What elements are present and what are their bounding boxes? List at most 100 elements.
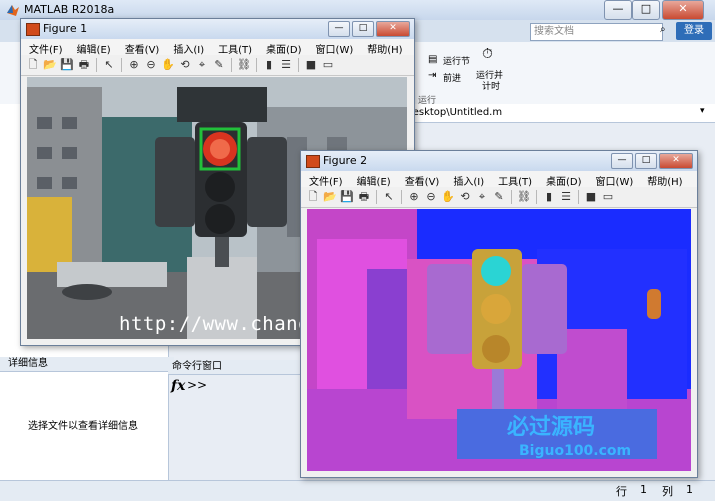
- toolbar-divider: [401, 190, 402, 204]
- status-col-value: 1: [686, 483, 693, 496]
- menu-view[interactable]: 查看(V): [397, 171, 446, 188]
- menu-insert[interactable]: 插入(I): [165, 39, 210, 56]
- figure-icon: [306, 155, 320, 168]
- menu-window[interactable]: 窗口(W): [588, 171, 640, 188]
- status-row-value: 1: [640, 483, 647, 496]
- open-icon[interactable]: 📂: [43, 58, 57, 72]
- print-icon[interactable]: 🖶: [357, 190, 371, 204]
- legend-icon[interactable]: ☰: [279, 58, 293, 72]
- menu-help[interactable]: 帮助(H): [639, 171, 688, 188]
- watermark-url: http://www.chang: [119, 313, 311, 335]
- menu-tools[interactable]: 工具(T): [490, 171, 538, 188]
- toolbar-divider: [578, 190, 579, 204]
- maximize-button[interactable]: □: [632, 0, 660, 20]
- colorbar-icon[interactable]: ▮: [542, 190, 556, 204]
- menu-file[interactable]: 文件(F): [21, 39, 69, 56]
- figure-2-title-bar: Figure 2 — □ ✕: [301, 151, 697, 171]
- toolbar-divider: [96, 58, 97, 72]
- brush-icon[interactable]: ✎: [492, 190, 506, 204]
- rotate-icon[interactable]: ⟲: [458, 190, 472, 204]
- figure-2-title: Figure 2: [323, 154, 368, 167]
- colorbar-icon[interactable]: ▮: [262, 58, 276, 72]
- function-browser-icon[interactable]: fx: [171, 378, 185, 394]
- figure-1-menubar: 文件(F) 编辑(E) 查看(V) 插入(I) 工具(T) 桌面(D) 窗口(W…: [21, 39, 414, 56]
- figure-2-close-button[interactable]: ✕: [659, 153, 693, 169]
- toolbar-divider: [231, 58, 232, 72]
- search-docs-input[interactable]: 搜索文档: [530, 23, 663, 41]
- status-row-label: 行: [616, 485, 627, 498]
- figure-2-minimize-button[interactable]: —: [611, 153, 633, 169]
- menu-desktop[interactable]: 桌面(D): [258, 39, 308, 56]
- run-section-button[interactable]: 运行节: [443, 54, 470, 67]
- link-icon[interactable]: ⛓: [237, 58, 251, 72]
- dock-icon[interactable]: ▭: [321, 58, 335, 72]
- brush-icon[interactable]: ✎: [212, 58, 226, 72]
- dock-icon[interactable]: ▭: [601, 190, 615, 204]
- command-prompt[interactable]: >>: [187, 378, 207, 392]
- toolbar-divider: [536, 190, 537, 204]
- zoom-in-icon[interactable]: ⊕: [127, 58, 141, 72]
- details-hint: 选择文件以查看详细信息: [28, 421, 138, 432]
- hsv-traffic-light-image: [307, 209, 691, 471]
- toolbar-divider: [121, 58, 122, 72]
- chevron-down-icon[interactable]: ▾: [700, 106, 705, 116]
- zoom-in-icon[interactable]: ⊕: [407, 190, 421, 204]
- menu-edit[interactable]: 编辑(E): [349, 171, 397, 188]
- new-icon[interactable]: 🗋: [26, 58, 40, 72]
- figure-1-toolbar: 🗋 📂 💾 🖶 ↖ ⊕ ⊖ ✋ ⟲ ⌖ ✎ ⛓ ▮ ☰ ■ ▭: [21, 55, 414, 76]
- open-icon[interactable]: 📂: [323, 190, 337, 204]
- details-header: 详细信息: [0, 357, 174, 372]
- data-cursor-icon[interactable]: ⌖: [195, 58, 209, 72]
- link-icon[interactable]: ⛓: [517, 190, 531, 204]
- menu-insert[interactable]: 插入(I): [445, 171, 490, 188]
- pan-icon[interactable]: ✋: [161, 58, 175, 72]
- save-icon[interactable]: 💾: [340, 190, 354, 204]
- zoom-out-icon[interactable]: ⊖: [144, 58, 158, 72]
- watermark-logo-text: 必过源码: [507, 415, 596, 440]
- figure-1-close-button[interactable]: ✕: [376, 21, 410, 37]
- pointer-icon[interactable]: ↖: [382, 190, 396, 204]
- new-icon[interactable]: 🗋: [306, 190, 320, 204]
- hide-tools-icon[interactable]: ■: [304, 58, 318, 72]
- matlab-window-title: MATLAB R2018a: [24, 3, 115, 16]
- advance-icon[interactable]: ⇥: [428, 70, 436, 81]
- figure-2-image[interactable]: 必过源码 Biguo100.com: [307, 209, 691, 471]
- save-icon[interactable]: 💾: [60, 58, 74, 72]
- search-icon[interactable]: ⌕: [660, 24, 666, 35]
- status-bar: [0, 480, 715, 501]
- pan-icon[interactable]: ✋: [441, 190, 455, 204]
- login-button[interactable]: 登录: [676, 22, 712, 40]
- figure-2-maximize-button[interactable]: □: [635, 153, 657, 169]
- menu-window[interactable]: 窗口(W): [308, 39, 360, 56]
- menu-help[interactable]: 帮助(H): [359, 39, 408, 56]
- menu-file[interactable]: 文件(F): [301, 171, 349, 188]
- advance-button[interactable]: 前进: [443, 71, 461, 84]
- menu-view[interactable]: 查看(V): [117, 39, 166, 56]
- figure-icon: [26, 23, 40, 36]
- toolbar-divider: [298, 58, 299, 72]
- current-path: Desktop\Untitled.m: [405, 107, 503, 118]
- menu-desktop[interactable]: 桌面(D): [538, 171, 588, 188]
- close-button[interactable]: ✕: [662, 0, 704, 20]
- hide-tools-icon[interactable]: ■: [584, 190, 598, 204]
- figure-1-maximize-button[interactable]: □: [352, 21, 374, 37]
- legend-icon[interactable]: ☰: [559, 190, 573, 204]
- toolbar-divider: [511, 190, 512, 204]
- print-icon[interactable]: 🖶: [77, 58, 91, 72]
- status-col-label: 列: [662, 485, 673, 498]
- toolbar-divider: [256, 58, 257, 72]
- menu-edit[interactable]: 编辑(E): [69, 39, 117, 56]
- run-and-time-label-2[interactable]: 计时: [482, 79, 500, 92]
- toolbar-divider: [376, 190, 377, 204]
- figure-2-menubar: 文件(F) 编辑(E) 查看(V) 插入(I) 工具(T) 桌面(D) 窗口(W…: [301, 171, 697, 188]
- menu-tools[interactable]: 工具(T): [210, 39, 258, 56]
- run-section-icon[interactable]: ▤: [428, 54, 437, 65]
- minimize-button[interactable]: —: [604, 0, 632, 20]
- figure-1-minimize-button[interactable]: —: [328, 21, 350, 37]
- figure-1-title-bar: Figure 1 — □ ✕: [21, 19, 414, 39]
- run-and-time-icon[interactable]: ⏱: [482, 46, 493, 62]
- pointer-icon[interactable]: ↖: [102, 58, 116, 72]
- zoom-out-icon[interactable]: ⊖: [424, 190, 438, 204]
- rotate-icon[interactable]: ⟲: [178, 58, 192, 72]
- data-cursor-icon[interactable]: ⌖: [475, 190, 489, 204]
